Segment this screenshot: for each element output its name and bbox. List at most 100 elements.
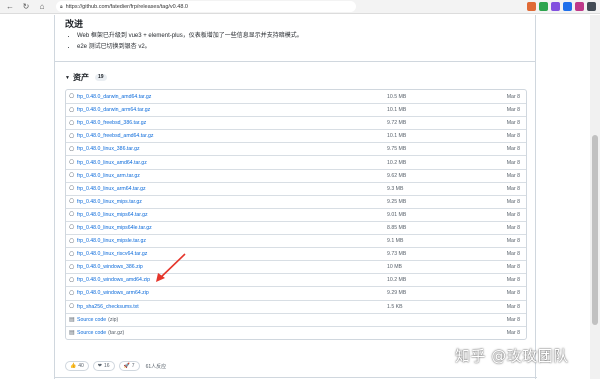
asset-link[interactable]: frp_0.48.0_freebsd_386.tar.gz xyxy=(77,120,146,126)
reaction-count: 7 xyxy=(131,363,135,369)
package-icon: ⎔ xyxy=(69,120,75,127)
asset-link[interactable]: frp_0.48.0_freebsd_amd64.tar.gz xyxy=(77,133,153,139)
asset-row: ⎔ frp_0.48.0_linux_arm64.tar.gz 9.3 MB Mar … xyxy=(66,181,526,195)
asset-date: Mar 8 xyxy=(506,251,520,258)
ext-a-icon[interactable] xyxy=(527,2,536,11)
asset-link[interactable]: frp_0.48.0_darwin_arm64.tar.gz xyxy=(77,107,150,113)
ext-b-icon[interactable] xyxy=(539,2,548,11)
reaction-emoji-icon: 👍 xyxy=(70,363,77,369)
asset-row: ⎔ frp_0.48.0_darwin_arm64.tar.gz 10.1 MB Ma… xyxy=(66,103,526,116)
notes-title: 改进 xyxy=(65,19,84,29)
reaction-button[interactable]: 👍 40 xyxy=(65,361,89,371)
asset-row: ⎔ frp_0.48.0_linux_mips.tar.gz 9.25 MB Mar … xyxy=(66,194,526,208)
lock-icon: 🔒︎ xyxy=(60,3,63,10)
asset-link[interactable]: frp_0.48.0_linux_mipsle.tar.gz xyxy=(77,238,146,244)
reactions-bar: 👍 40 ❤ 16 🚀 7 61人反应 xyxy=(65,361,166,371)
asset-size: 9.25 MB xyxy=(387,198,407,205)
asset-date: Mar 8 xyxy=(506,120,520,127)
package-icon: ⎔ xyxy=(69,94,75,101)
asset-size: 10.1 MB xyxy=(387,133,407,140)
package-icon: ⎔ xyxy=(69,199,75,206)
reaction-count: 40 xyxy=(78,363,84,369)
asset-row: ⎔ frp_0.48.0_windows_386.zip 10 MB Mar 8 xyxy=(66,260,526,273)
package-icon: ⎔ xyxy=(69,107,75,114)
reaction-emoji-icon: 🚀 xyxy=(123,363,130,369)
package-icon: ⎔ xyxy=(69,186,75,193)
asset-row: ⎔ frp_0.48.0_linux_386.tar.gz 9.75 MB Mar 8 xyxy=(66,142,526,155)
asset-link[interactable]: frp_0.48.0_linux_386.tar.gz xyxy=(77,146,140,152)
asset-link[interactable]: frp_0.48.0_linux_arm.tar.gz xyxy=(77,173,140,179)
asset-date: Mar 8 xyxy=(506,303,520,310)
refresh-icon[interactable]: ↻ xyxy=(20,1,32,13)
home-icon[interactable]: ⌂ xyxy=(36,1,48,13)
asset-link[interactable]: frp_0.48.0_linux_mips.tar.gz xyxy=(77,199,142,205)
asset-date: Mar 8 xyxy=(506,146,520,153)
source-row: ▤ Source code (zip) Mar 8 xyxy=(66,312,526,326)
asset-row: ⎔ frp_0.48.0_windows_arm64.zip 9.29 MB Mar … xyxy=(66,286,526,299)
note-item: e2e 测试已切换到银杏 v2。 xyxy=(77,42,303,53)
asset-row: ⎔ frp_0.48.0_windows_amd64.zip 10.2 MB Mar … xyxy=(66,273,526,286)
asset-date: Mar 8 xyxy=(506,159,520,166)
asset-link[interactable]: frp_0.48.0_linux_mips64le.tar.gz xyxy=(77,225,152,231)
watermark-text: 知乎 @玫玫团队 xyxy=(455,347,569,365)
asset-size: 10.1 MB xyxy=(387,107,407,114)
asset-row: ⎔ frp_0.48.0_linux_riscv64.tar.gz 9.73 MB M… xyxy=(66,247,526,260)
asset-size: 9.75 MB xyxy=(387,146,407,153)
asset-date: Mar 8 xyxy=(506,329,520,336)
asset-row: ⎔ frp_0.48.0_linux_mips64le.tar.gz 8.85 MB… xyxy=(66,220,526,234)
ext-f-icon[interactable] xyxy=(587,2,596,11)
assets-toggle[interactable]: ▼ 资产 19 xyxy=(65,72,107,83)
package-icon: ⎔ xyxy=(69,277,75,284)
asset-date: Mar 8 xyxy=(506,107,520,114)
asset-link[interactable]: frp_0.48.0_linux_mips64.tar.gz xyxy=(77,212,148,218)
asset-size: 9.72 MB xyxy=(387,120,407,127)
asset-date: Mar 8 xyxy=(506,290,520,297)
asset-size: 1.5 KB xyxy=(387,303,403,310)
asset-row: ⎔ frp_0.48.0_linux_amd64.tar.gz 10.2 MB Mar… xyxy=(66,155,526,168)
reaction-button[interactable]: 🚀 7 xyxy=(118,361,140,371)
asset-link[interactable]: frp_0.48.0_windows_386.zip xyxy=(77,264,143,270)
asset-row: ⎔ frp_sha256_checksums.txt 1.5 KB Mar 8 xyxy=(66,299,526,313)
asset-link[interactable]: frp_0.48.0_linux_amd64.tar.gz xyxy=(77,160,147,166)
asset-size: 10 MB xyxy=(387,264,402,271)
package-icon: ⎔ xyxy=(69,212,75,219)
reaction-emoji-icon: ❤ xyxy=(97,363,102,369)
address-bar[interactable]: 🔒︎ https://github.com/fatedier/frp/relea… xyxy=(56,1,356,12)
reactions-total: 61人反应 xyxy=(145,363,167,370)
divider xyxy=(55,61,535,62)
asset-link[interactable]: frp_0.48.0_linux_arm64.tar.gz xyxy=(77,186,146,192)
page-scrollbar[interactable] xyxy=(590,15,600,379)
release-card: 改进 Web 框架已升级到 vue3 + element-plus，仪表板增加了… xyxy=(54,15,537,379)
source-format: (tar.gz) xyxy=(108,329,125,336)
asset-link[interactable]: frp_0.48.0_windows_arm64.zip xyxy=(77,290,149,296)
source-link[interactable]: Source code xyxy=(77,330,106,336)
package-icon: ⎔ xyxy=(69,146,75,153)
asset-link[interactable]: frp_0.48.0_darwin_amd64.tar.gz xyxy=(77,94,151,100)
note-item: Web 框架已升级到 vue3 + element-plus，仪表板增加了一些信… xyxy=(77,31,303,42)
package-icon: ⎔ xyxy=(69,290,75,297)
reaction-button[interactable]: ❤ 16 xyxy=(92,361,115,371)
ext-e-icon[interactable] xyxy=(575,2,584,11)
asset-row: ⎔ frp_0.48.0_linux_mips64.tar.gz 9.01 MB Ma… xyxy=(66,207,526,221)
source-link[interactable]: Source code xyxy=(77,317,106,323)
asset-date: Mar 8 xyxy=(506,172,520,179)
scrollbar-thumb[interactable] xyxy=(592,135,598,325)
asset-date: Mar 8 xyxy=(506,133,520,140)
asset-link[interactable]: frp_sha256_checksums.txt xyxy=(77,304,139,310)
asset-link[interactable]: frp_0.48.0_linux_riscv64.tar.gz xyxy=(77,251,147,257)
asset-link[interactable]: frp_0.48.0_windows_amd64.zip xyxy=(77,277,150,283)
back-icon[interactable]: ← xyxy=(4,1,16,13)
asset-size: 9.73 MB xyxy=(387,251,407,258)
asset-size: 9.1 MB xyxy=(387,238,404,245)
asset-date: Mar 8 xyxy=(506,224,520,231)
asset-row: ⎔ frp_0.48.0_freebsd_amd64.tar.gz 10.1 MB M… xyxy=(66,129,526,142)
asset-date: Mar 8 xyxy=(506,264,520,271)
ext-c-icon[interactable] xyxy=(551,2,560,11)
extensions-bar xyxy=(527,2,596,11)
caret-down-icon: ▼ xyxy=(65,74,70,81)
source-row: ▤ Source code (tar.gz) Mar 8 xyxy=(66,325,526,339)
ext-d-icon[interactable] xyxy=(563,2,572,11)
package-icon: ⎔ xyxy=(69,160,75,167)
package-icon: ⎔ xyxy=(69,238,75,245)
asset-size: 8.85 MB xyxy=(387,224,407,231)
